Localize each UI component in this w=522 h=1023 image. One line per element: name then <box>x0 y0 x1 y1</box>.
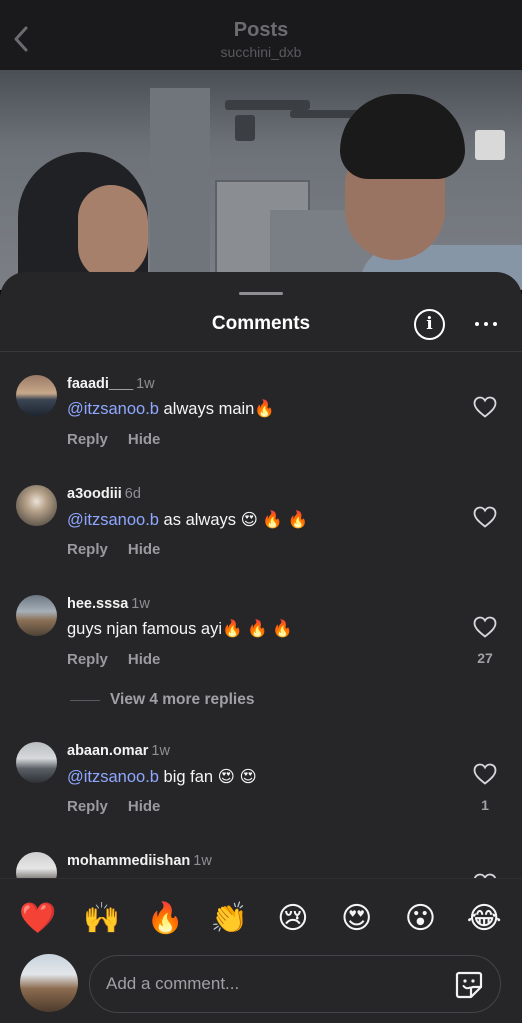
comment-text: as always 😍 🔥 🔥 <box>158 511 309 529</box>
emoji-heart-eyes-button[interactable]: 😍 <box>332 903 382 934</box>
emoji-surprised-button[interactable]: 😮 <box>395 903 445 934</box>
header-bar: Posts succhini_dxb <box>0 0 522 70</box>
comment-username[interactable]: faaadi___ <box>67 376 133 392</box>
info-button[interactable]: i <box>414 309 445 340</box>
more-options-button[interactable] <box>472 312 500 336</box>
avatar[interactable] <box>16 485 57 526</box>
comment-input[interactable] <box>89 955 501 1013</box>
avatar[interactable] <box>16 742 57 783</box>
reply-button[interactable]: Reply <box>67 541 108 558</box>
sticker-icon[interactable] <box>454 970 484 1000</box>
heart-outline-icon[interactable] <box>473 396 497 418</box>
info-icon: i <box>426 314 433 334</box>
emoji-fire-button[interactable]: 🔥 <box>140 903 190 934</box>
comment-item: abaan.omar 1w @itzsanoo.b big fan 😍 😍 Rep… <box>0 739 522 839</box>
comment-composer <box>0 954 522 1023</box>
hide-button[interactable]: Hide <box>128 798 161 815</box>
comment-time: 1w <box>136 376 155 392</box>
heart-outline-icon[interactable] <box>473 616 497 638</box>
comment-username[interactable]: mohammediishan <box>67 853 190 869</box>
heart-outline-icon[interactable] <box>473 763 497 785</box>
comment-time: 1w <box>131 596 150 612</box>
comment-text: always main🔥 <box>158 400 275 418</box>
comment-text: big fan 😍 😍 <box>158 768 257 786</box>
comment-item: mohammediishan 1w <box>0 849 522 879</box>
like-count: 1 <box>481 797 489 813</box>
comment-item: a3oodiii 6d @itzsanoo.b as always 😍 🔥 🔥 R… <box>0 482 522 582</box>
view-replies-label: View 4 more replies <box>110 691 255 708</box>
avatar[interactable] <box>16 595 57 636</box>
comment-username[interactable]: abaan.omar <box>67 743 148 759</box>
heart-outline-icon[interactable] <box>473 506 497 528</box>
comment-mention[interactable]: @itzsanoo.b <box>67 768 159 786</box>
emoji-clap-button[interactable]: 👏 <box>204 903 254 934</box>
reply-button[interactable]: Reply <box>67 798 108 815</box>
page-subtitle: succhini_dxb <box>220 44 302 60</box>
sheet-grabber[interactable] <box>239 292 283 295</box>
comment-time: 1w <box>193 853 212 869</box>
comment-time: 1w <box>151 743 170 759</box>
comment-text: guys njan famous ayi🔥 🔥 🔥 <box>67 620 293 638</box>
hide-button[interactable]: Hide <box>128 431 161 448</box>
avatar[interactable] <box>16 852 57 879</box>
hide-button[interactable]: Hide <box>128 651 161 668</box>
comment-item: faaadi___ 1w @itzsanoo.b always main🔥 Rep… <box>0 372 522 472</box>
comment-username[interactable]: a3oodiii <box>67 486 122 502</box>
comment-item: hee.sssa 1w guys njan famous ayi🔥 🔥 🔥 Rep… <box>0 592 522 692</box>
emoji-heart-button[interactable]: ❤️ <box>13 903 63 934</box>
reply-button[interactable]: Reply <box>67 431 108 448</box>
post-photo <box>0 70 522 290</box>
hide-button[interactable]: Hide <box>128 541 161 558</box>
emoji-laughing-button[interactable]: 😂 <box>459 903 509 934</box>
avatar[interactable] <box>16 375 57 416</box>
comment-mention[interactable]: @itzsanoo.b <box>67 511 159 529</box>
replies-line <box>70 699 100 701</box>
divider <box>0 351 522 352</box>
emoji-raised-hands-button[interactable]: 🙌 <box>77 903 127 934</box>
more-horizontal-icon <box>475 322 479 326</box>
comment-mention[interactable]: @itzsanoo.b <box>67 400 159 418</box>
like-count: 27 <box>477 650 493 666</box>
comment-username[interactable]: hee.sssa <box>67 596 128 612</box>
reply-button[interactable]: Reply <box>67 651 108 668</box>
emoji-crying-button[interactable]: 😢 <box>268 903 318 934</box>
emoji-reaction-bar: ❤️ 🙌 🔥 👏 😢 😍 😮 😂 <box>0 878 522 958</box>
page-title: Posts <box>233 19 289 41</box>
comments-sheet: Comments i faaadi___ 1w @itzsanoo.b alway… <box>0 272 522 1023</box>
current-user-avatar[interactable] <box>20 954 78 1012</box>
view-more-replies-button[interactable]: View 4 more replies <box>70 691 254 709</box>
comment-time: 6d <box>124 486 141 502</box>
